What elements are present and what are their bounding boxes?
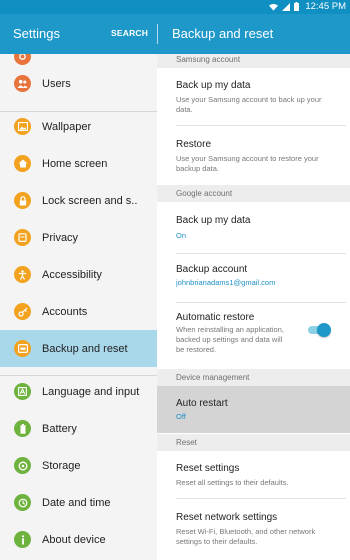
section-header-device-management: Device management bbox=[157, 369, 350, 386]
automatic-restore-row[interactable]: Automatic restore When reinstalling an a… bbox=[157, 303, 350, 370]
sidebar-item-label: Privacy bbox=[42, 231, 79, 244]
general-icon bbox=[14, 54, 31, 65]
sidebar-item-label: Battery bbox=[42, 422, 77, 435]
row-title: Auto restart bbox=[176, 398, 228, 409]
reset-network-settings-row[interactable]: Reset network settings Reset Wi-Fi, Blue… bbox=[157, 499, 350, 560]
row-title: Reset settings bbox=[176, 463, 240, 474]
row-title: Backup account bbox=[176, 264, 248, 275]
row-subtitle: Use your Samsung account to restore your… bbox=[176, 154, 319, 173]
signal-icon bbox=[282, 2, 291, 11]
sidebar-item-label: Storage bbox=[42, 459, 81, 472]
sidebar-item-label: Users bbox=[42, 77, 71, 90]
clock-icon bbox=[14, 494, 31, 511]
battery-icon bbox=[14, 420, 31, 437]
wifi-icon bbox=[269, 3, 279, 11]
sidebar-item-label: Language and input bbox=[42, 385, 140, 398]
lock-icon bbox=[14, 192, 31, 209]
backup-my-data-row[interactable]: Back up my data Use your Samsung account… bbox=[157, 68, 350, 121]
sidebar-item-home-screen[interactable]: Home screen bbox=[0, 145, 157, 182]
sidebar-item-label: Date and time bbox=[42, 496, 111, 509]
section-header-reset: Reset bbox=[157, 434, 350, 451]
sidebar-item-backup-and-reset[interactable]: Backup and reset bbox=[0, 330, 157, 367]
status-time: 12:45 PM bbox=[305, 1, 346, 12]
sidebar-item-accessibility[interactable]: Accessibility bbox=[0, 256, 157, 293]
backup-account-row[interactable]: Backup account johnbrianadams1@gmail.com bbox=[157, 254, 350, 302]
sidebar-item-date-and-time[interactable]: Date and time bbox=[0, 484, 157, 521]
section-header-samsung-account: Samsung account bbox=[157, 54, 350, 68]
row-subtitle: Reset Wi-Fi, Bluetooth, and other networ… bbox=[176, 527, 316, 546]
privacy-icon bbox=[14, 229, 31, 246]
row-account: johnbrianadams1@gmail.com bbox=[176, 278, 276, 287]
storage-icon bbox=[14, 457, 31, 474]
sidebar-item-lock-screen[interactable]: Lock screen and s.. bbox=[0, 182, 157, 219]
home-icon bbox=[14, 155, 31, 172]
row-title: Back up my data bbox=[176, 215, 251, 226]
sidebar-item-label: Accessibility bbox=[42, 268, 102, 281]
section-header-google-account: Google account bbox=[157, 185, 350, 202]
settings-sidebar: Users Wallpaper Home screen Lock screen … bbox=[0, 54, 157, 560]
sidebar-item-wallpaper[interactable]: Wallpaper bbox=[0, 108, 157, 145]
appbar-divider bbox=[157, 24, 158, 44]
reset-settings-row[interactable]: Reset settings Reset all settings to the… bbox=[157, 451, 350, 495]
sidebar-item-label: Lock screen and s.. bbox=[42, 194, 138, 207]
row-subtitle: When reinstalling an application, backed… bbox=[176, 325, 284, 354]
sidebar-item-privacy[interactable]: Privacy bbox=[0, 219, 157, 256]
wallpaper-icon bbox=[14, 118, 31, 135]
sidebar-item-label: Wallpaper bbox=[42, 120, 92, 133]
sidebar-item-users[interactable]: Users bbox=[0, 65, 157, 102]
row-status: Off bbox=[176, 412, 186, 421]
key-icon bbox=[14, 303, 31, 320]
app-bar: Settings SEARCH Backup and reset bbox=[0, 14, 350, 54]
status-icons: 12:45 PM bbox=[269, 1, 346, 12]
backup-reset-panel: Samsung account Back up my data Use your… bbox=[157, 54, 350, 560]
automatic-restore-toggle[interactable] bbox=[307, 323, 331, 337]
search-button[interactable]: SEARCH bbox=[111, 28, 148, 38]
sidebar-item-label: About device bbox=[42, 533, 106, 546]
users-icon bbox=[14, 75, 31, 92]
battery-status-icon bbox=[294, 2, 300, 11]
sidebar-item-label: Backup and reset bbox=[42, 342, 128, 355]
sidebar-item-storage[interactable]: Storage bbox=[0, 447, 157, 484]
row-status: On bbox=[176, 231, 187, 240]
sidebar-item-about-device[interactable]: About device bbox=[0, 521, 157, 558]
info-icon bbox=[14, 531, 31, 548]
backup-icon bbox=[14, 340, 31, 357]
panel-title: Backup and reset bbox=[172, 26, 274, 41]
row-subtitle: Use your Samsung account to back up your… bbox=[176, 95, 322, 114]
row-title: Automatic restore bbox=[176, 312, 255, 323]
sidebar-item-battery[interactable]: Battery bbox=[0, 410, 157, 447]
sidebar-item-label: Home screen bbox=[42, 157, 108, 170]
restore-row[interactable]: Restore Use your Samsung account to rest… bbox=[157, 126, 350, 185]
status-bar: 12:45 PM bbox=[0, 0, 350, 14]
auto-restart-row[interactable]: Auto restart Off bbox=[157, 386, 350, 433]
sidebar-item-label: Accounts bbox=[42, 305, 88, 318]
row-title: Back up my data bbox=[176, 80, 251, 91]
row-title: Reset network settings bbox=[176, 512, 278, 523]
accessibility-icon bbox=[14, 266, 31, 283]
row-subtitle: Reset all settings to their defaults. bbox=[176, 478, 289, 487]
google-back-up-my-data-row[interactable]: Back up my data On bbox=[157, 202, 350, 251]
sidebar-item-language-and-input[interactable]: Language and input bbox=[0, 373, 157, 410]
toggle-knob bbox=[317, 323, 331, 337]
app-title: Settings bbox=[13, 26, 60, 41]
language-icon bbox=[14, 383, 31, 400]
sidebar-item-accounts[interactable]: Accounts bbox=[0, 293, 157, 330]
row-title: Restore bbox=[176, 139, 212, 150]
